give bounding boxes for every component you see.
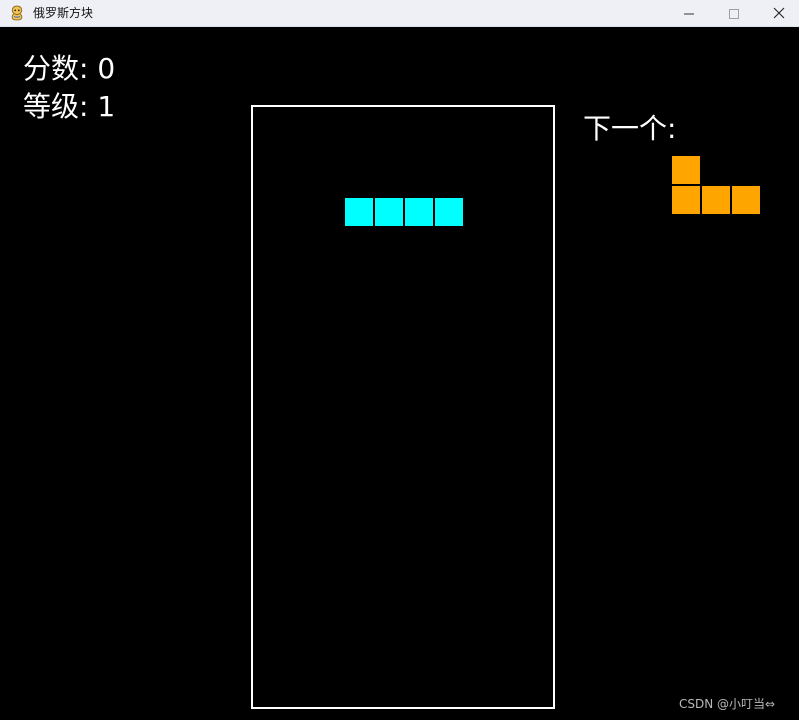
pygame-snake-icon — [9, 5, 25, 21]
active-piece-cell — [434, 197, 464, 227]
next-piece-cell — [731, 185, 761, 215]
maximize-icon — [728, 4, 739, 23]
window-title: 俄罗斯方块 — [33, 6, 94, 20]
score-label: 分数: 0 — [23, 52, 116, 85]
next-piece-cell — [671, 185, 701, 215]
active-piece-cell — [344, 197, 374, 227]
maximize-button[interactable] — [711, 0, 756, 26]
active-piece-cell — [404, 197, 434, 227]
minimize-button[interactable] — [666, 0, 711, 26]
next-piece-label: 下一个: — [583, 112, 677, 145]
window-titlebar[interactable]: 俄罗斯方块 — [0, 0, 799, 27]
tetris-board[interactable] — [251, 105, 555, 709]
active-piece-cell — [374, 197, 404, 227]
level-label: 等级: 1 — [23, 90, 116, 123]
close-icon — [773, 4, 785, 23]
next-piece-cell — [701, 185, 731, 215]
minimize-icon — [683, 4, 694, 23]
game-canvas[interactable]: 分数: 0 等级: 1 下一个: CSDN @小叮当⇔ — [0, 27, 799, 720]
csdn-watermark: CSDN @小叮当⇔ — [679, 697, 776, 711]
close-button[interactable] — [756, 0, 799, 26]
next-piece-preview — [671, 155, 763, 217]
next-piece-cell — [671, 155, 701, 185]
